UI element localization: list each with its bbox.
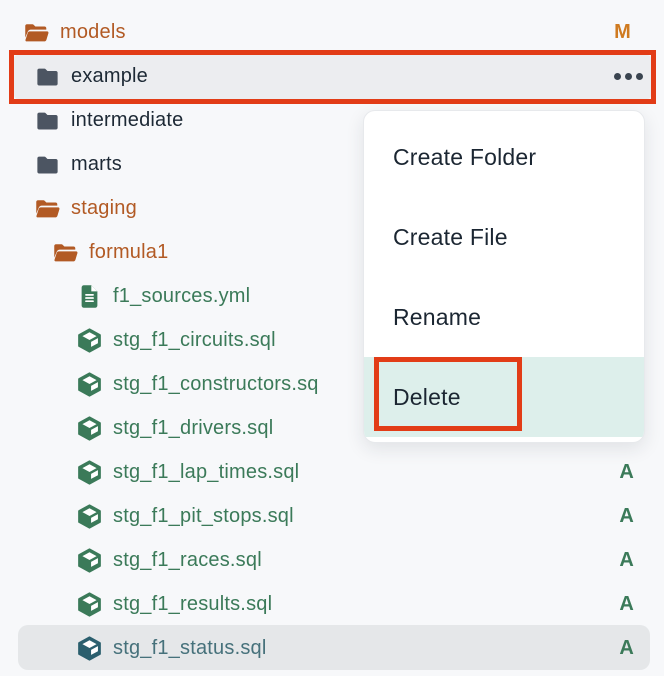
- tree-item-stg-f1-pit-stops-sql[interactable]: stg_f1_pit_stops.sql A: [0, 494, 664, 538]
- open-folder-icon: [52, 239, 79, 266]
- model-cube-icon: [76, 327, 103, 354]
- dot: [625, 73, 632, 80]
- tree-item-label: stg_f1_circuits.sql: [113, 329, 276, 352]
- menu-item-create-file[interactable]: Create File: [364, 197, 644, 277]
- model-cube-icon: [76, 503, 103, 530]
- tree-item-label: stg_f1_constructors.sq: [113, 373, 319, 396]
- status-badge: A: [619, 626, 634, 670]
- status-badge: A: [619, 582, 634, 626]
- tree-item-label: stg_f1_lap_times.sql: [113, 461, 299, 484]
- context-menu: Create FolderCreate FileRenameDelete: [363, 110, 645, 443]
- folder-icon: [34, 63, 61, 90]
- model-cube-icon: [76, 415, 103, 442]
- tree-item-label: f1_sources.yml: [113, 285, 250, 308]
- tree-item-label: formula1: [89, 241, 168, 264]
- status-badge: A: [619, 538, 634, 582]
- tree-item-models[interactable]: models M: [0, 10, 664, 54]
- tree-item-stg-f1-status-sql[interactable]: stg_f1_status.sql A: [0, 626, 664, 670]
- dot: [614, 73, 621, 80]
- more-actions-icon[interactable]: [614, 54, 643, 98]
- status-badge: A: [619, 494, 634, 538]
- status-badge: A: [619, 450, 634, 494]
- menu-item-rename[interactable]: Rename: [364, 277, 644, 357]
- tree-item-label: staging: [71, 197, 137, 220]
- model-cube-icon: [76, 547, 103, 574]
- model-cube-icon: [76, 371, 103, 398]
- tree-item-label: marts: [71, 153, 122, 176]
- folder-icon: [34, 107, 61, 134]
- menu-item-create-folder[interactable]: Create Folder: [364, 117, 644, 197]
- status-badge: M: [614, 10, 631, 54]
- tree-item-stg-f1-races-sql[interactable]: stg_f1_races.sql A: [0, 538, 664, 582]
- tree-item-stg-f1-lap-times-sql[interactable]: stg_f1_lap_times.sql A: [0, 450, 664, 494]
- tree-item-label: example: [71, 65, 148, 88]
- yaml-file-icon: [76, 283, 103, 310]
- folder-icon: [34, 151, 61, 178]
- menu-item-delete[interactable]: Delete: [364, 357, 644, 437]
- tree-item-label: stg_f1_pit_stops.sql: [113, 505, 294, 528]
- tree-item-stg-f1-results-sql[interactable]: stg_f1_results.sql A: [0, 582, 664, 626]
- open-folder-icon: [34, 195, 61, 222]
- tree-item-label: stg_f1_status.sql: [113, 637, 267, 660]
- tree-item-label: stg_f1_results.sql: [113, 593, 272, 616]
- tree-item-label: intermediate: [71, 109, 183, 132]
- open-folder-icon: [23, 19, 50, 46]
- tree-item-example[interactable]: example: [0, 54, 664, 98]
- model-cube-icon: [76, 591, 103, 618]
- tree-item-label: stg_f1_drivers.sql: [113, 417, 273, 440]
- model-cube-icon: [76, 459, 103, 486]
- model-cube-icon: [76, 635, 103, 662]
- dot: [636, 73, 643, 80]
- tree-item-label: stg_f1_races.sql: [113, 549, 262, 572]
- tree-item-label: models: [60, 21, 126, 44]
